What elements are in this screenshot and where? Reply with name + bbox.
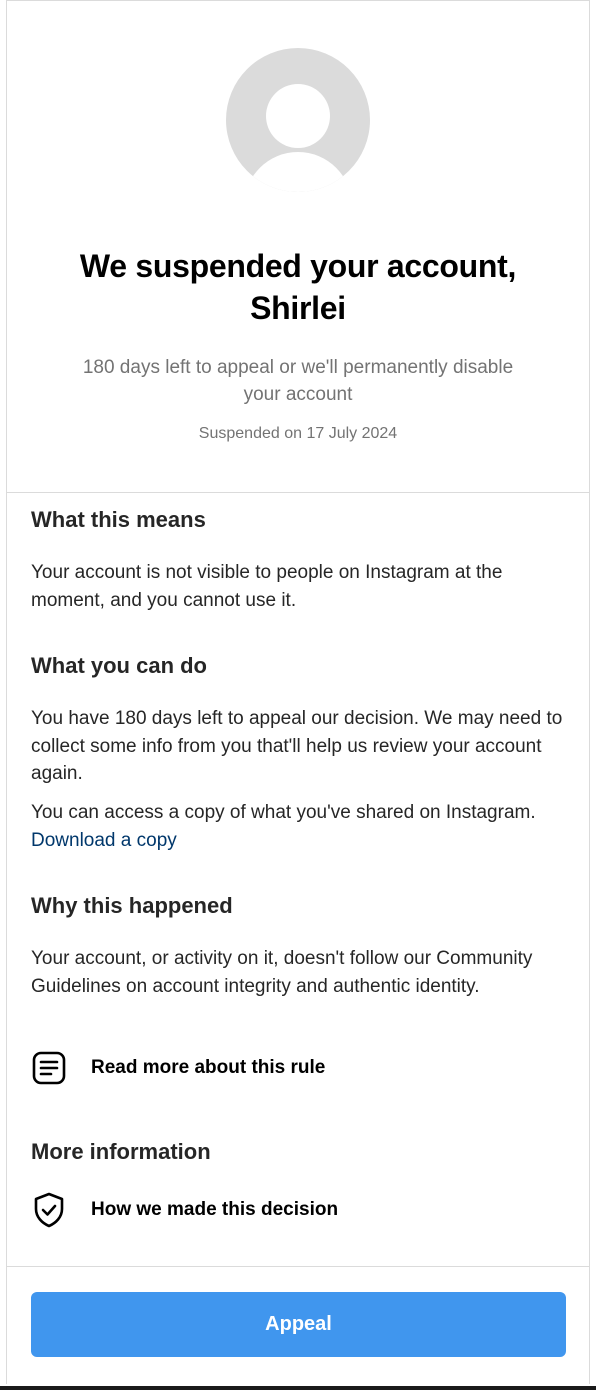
section-heading-can-do: What you can do <box>31 653 207 678</box>
section-heading-why: Why this happened <box>31 893 233 918</box>
details-content: What this means Your account is not visi… <box>7 493 589 1266</box>
window-bottom-edge <box>0 1386 596 1390</box>
read-rule-link[interactable]: Read more about this rule <box>31 1050 325 1086</box>
section-heading-means: What this means <box>31 507 206 532</box>
decision-info-link[interactable]: How we made this decision <box>31 1192 338 1228</box>
can-do-body: You have 180 days left to appeal our dec… <box>31 708 563 784</box>
page-title: We suspended your account, Shirlei <box>79 248 517 326</box>
page-header: We suspended your account, Shirlei 180 d… <box>7 1 589 493</box>
copy-access-body: You can access a copy of what you've sha… <box>31 802 536 823</box>
appeal-deadline-text: 180 days left to appeal or we'll permane… <box>82 357 514 405</box>
download-copy-link[interactable]: Download a copy <box>31 830 177 851</box>
copy-access-text: You can access a copy of what you've sha… <box>31 799 569 854</box>
document-icon <box>31 1050 67 1086</box>
avatar-shoulders-icon <box>244 152 352 192</box>
avatar <box>226 48 370 192</box>
means-body: Your account is not visible to people on… <box>31 562 503 611</box>
appeal-button[interactable]: Appeal <box>31 1292 566 1357</box>
shield-check-icon <box>31 1192 67 1228</box>
suspended-date: Suspended on 17 July 2024 <box>198 425 398 442</box>
decision-info-label: How we made this decision <box>91 1199 339 1220</box>
read-rule-label: Read more about this rule <box>91 1057 326 1078</box>
section-heading-more: More information <box>31 1139 211 1164</box>
why-body: Your account, or activity on it, doesn't… <box>31 948 533 997</box>
suspension-page: We suspended your account, Shirlei 180 d… <box>6 0 590 1384</box>
avatar-head-icon <box>266 84 330 148</box>
page-footer: Appeal <box>7 1266 589 1386</box>
